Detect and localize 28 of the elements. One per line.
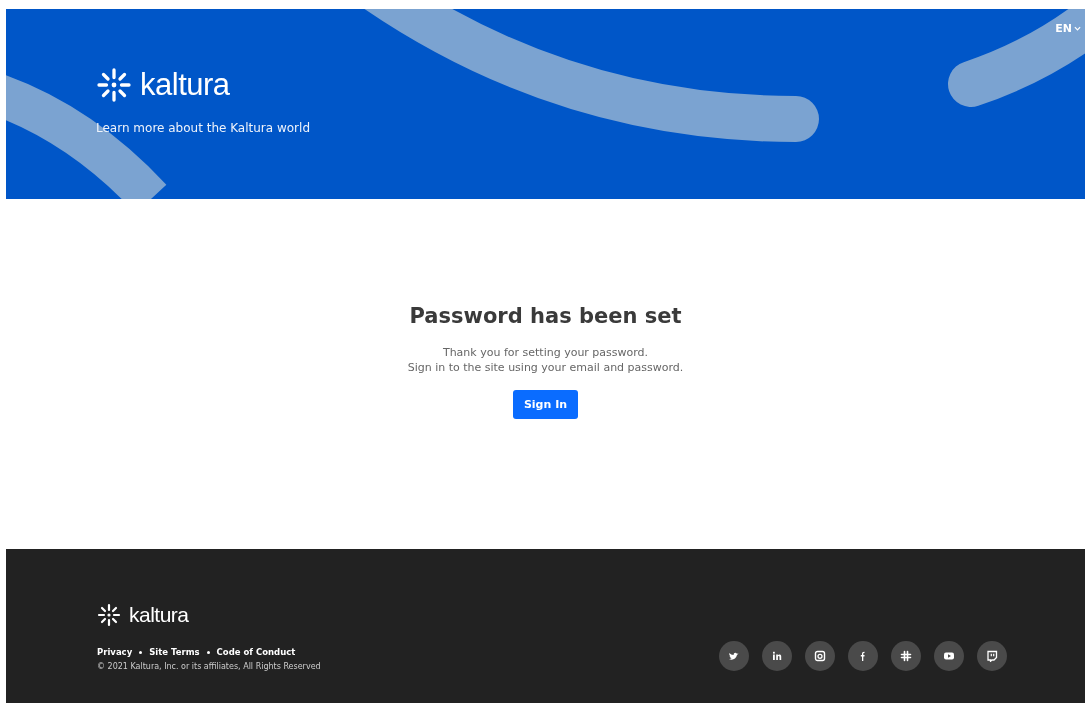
copyright-text: © 2021 Kaltura, Inc. or its affiliates, All Rights Reserved [97,662,321,671]
message-text: Sign in to the site using your email and password. [407,361,684,374]
logo-text: kaltura [140,67,230,103]
camera-icon [814,650,826,662]
letters-icon [771,650,783,662]
bird-icon [728,650,740,662]
footer-link[interactable]: Site Terms [149,647,200,657]
play-icon [943,650,955,662]
social-button[interactable] [719,641,749,671]
social-button[interactable] [977,641,1007,671]
tagline-link[interactable]: Learn more about the Kaltura world [96,121,310,135]
sparkle-icon [96,67,132,103]
sparkle-icon [97,603,121,627]
separator-dot [206,650,210,654]
social-button[interactable] [805,641,835,671]
logo-text: kaltura [129,603,189,627]
footer-link[interactable]: Privacy [97,647,133,657]
footer-link[interactable]: Code of Conduct [216,647,296,657]
chat-bubble-icon [986,650,998,662]
sign-in-button[interactable]: Sign In [512,390,579,419]
social-button[interactable] [762,641,792,671]
social-button[interactable] [934,641,964,671]
chevron-down-icon [1074,26,1081,31]
message-text: Thank you for setting your password. [442,346,649,359]
hash-icon [900,650,912,662]
social-button[interactable] [891,641,921,671]
page-title: Password has been set [409,304,682,328]
separator-dot [139,650,143,654]
